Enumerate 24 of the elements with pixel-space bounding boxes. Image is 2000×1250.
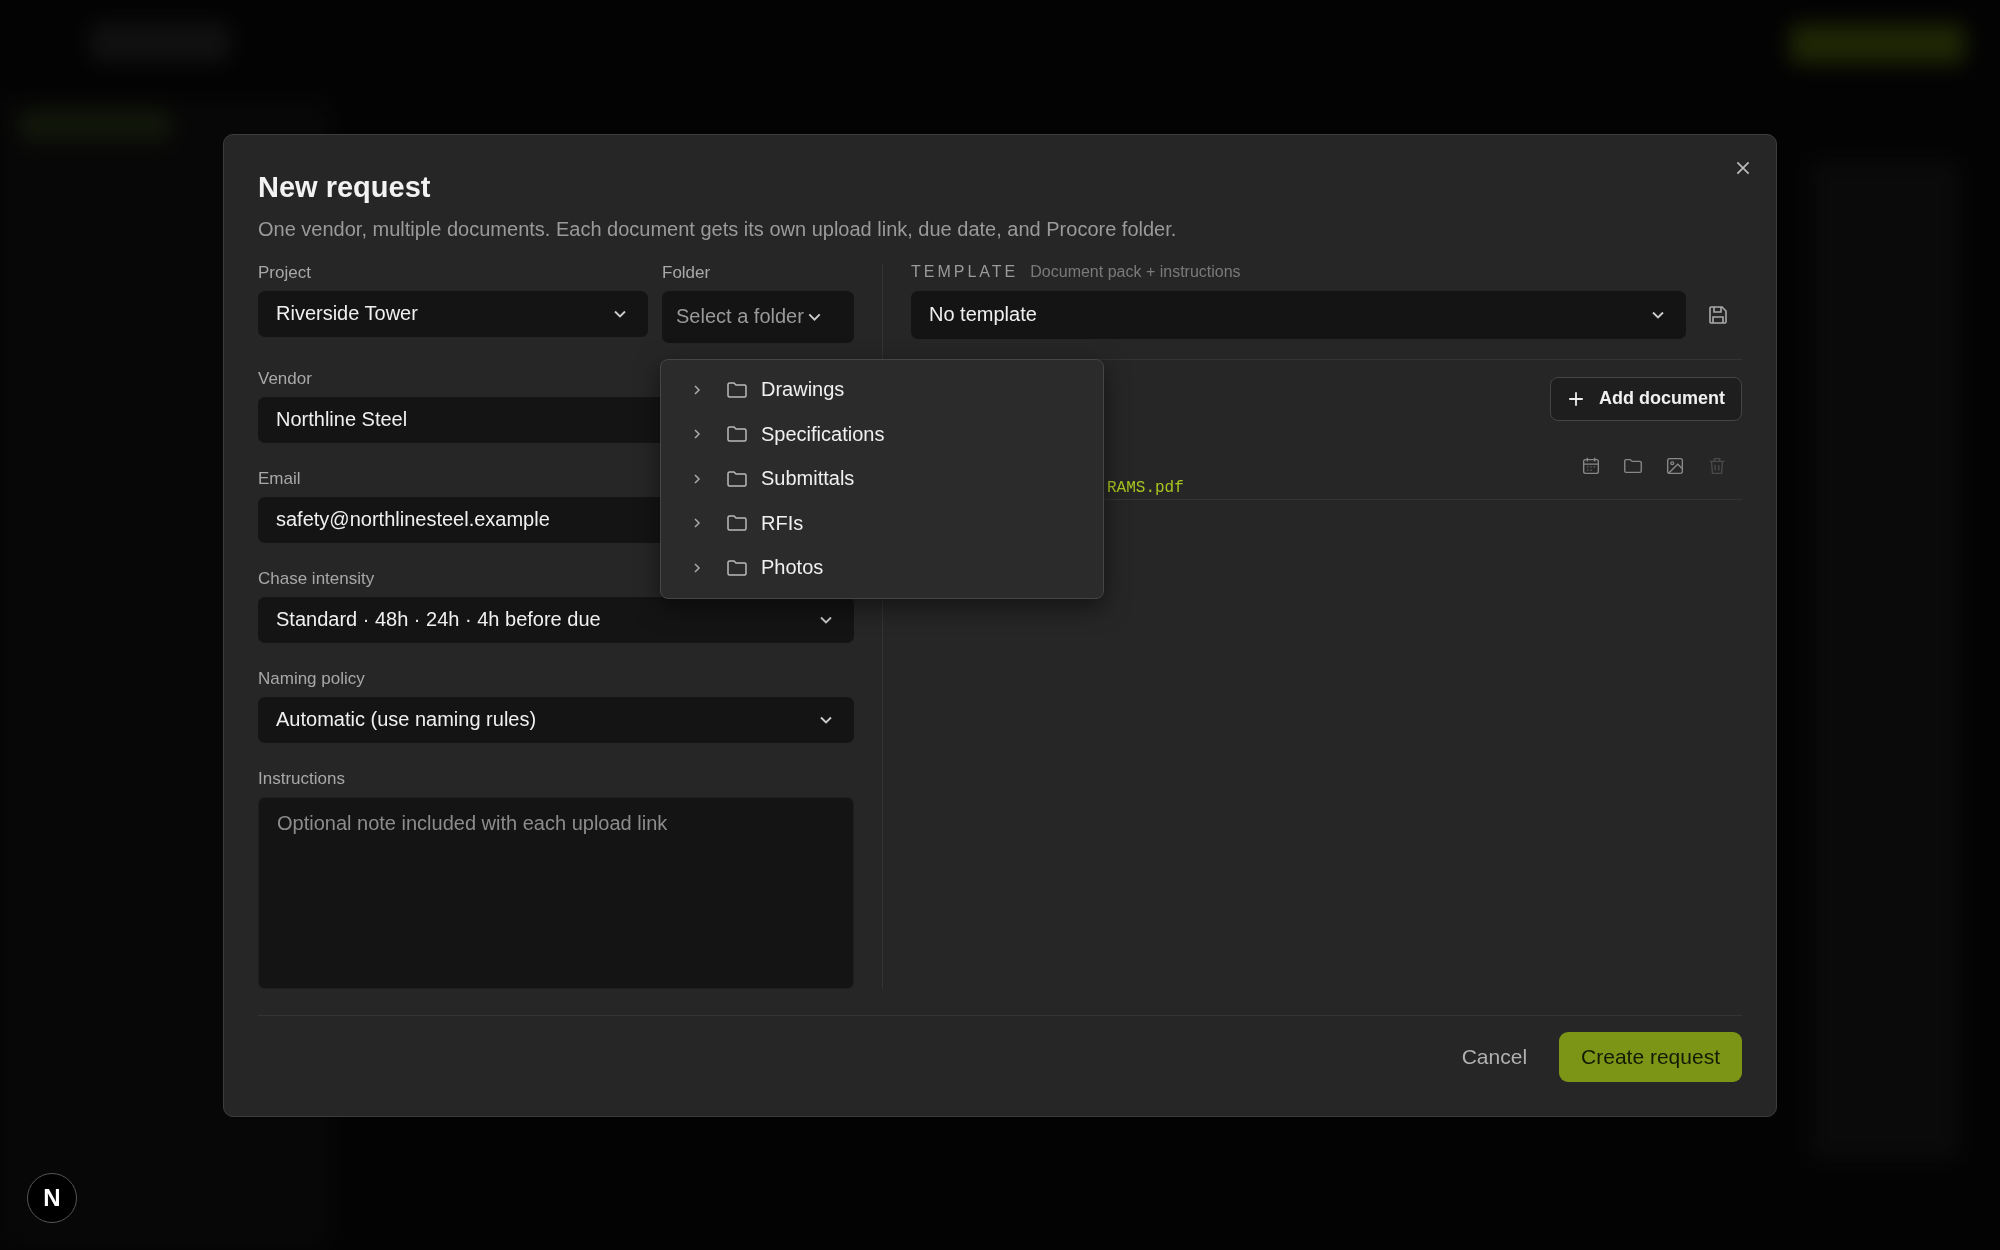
naming-policy-select[interactable]: Automatic (use naming rules): [258, 696, 854, 743]
document-filename: RAMS.pdf: [1107, 478, 1185, 497]
field-label: Vendor: [258, 368, 312, 389]
field-label: Naming policy: [258, 668, 365, 689]
field-label: Email: [258, 468, 301, 489]
field-label: Chase intensity: [258, 568, 375, 589]
instructions-field[interactable]: Optional note included with each upload link: [258, 796, 854, 989]
dialog-subtitle: One vendor, multiple documents. Each document gets its own upload link, due date, and Procore folder.: [258, 217, 1178, 241]
add-document-button[interactable]: Add document: [1550, 376, 1742, 421]
chase-intensity-select[interactable]: Standard · 48h · 24h · 4h before due: [258, 596, 854, 643]
dialog-title: New request: [258, 170, 432, 204]
plus-icon: [1567, 389, 1585, 408]
template-select[interactable]: No template: [911, 290, 1686, 339]
chevron-down-icon: [807, 312, 821, 321]
folder-menu-item[interactable]: Photos: [661, 545, 1103, 590]
template-label: TEMPLATE: [911, 262, 1019, 281]
template-hint: Document pack + instructions: [1030, 262, 1241, 281]
cancel-button[interactable]: Cancel: [1461, 1034, 1528, 1079]
folder-select[interactable]: Select a folder: [662, 290, 854, 343]
field-label: Project: [258, 262, 311, 283]
project-select[interactable]: Riverside Tower: [258, 290, 648, 337]
field-label: Instructions: [258, 768, 345, 789]
create-request-button[interactable]: Create request: [1559, 1031, 1742, 1082]
field-label: Folder: [662, 262, 711, 283]
